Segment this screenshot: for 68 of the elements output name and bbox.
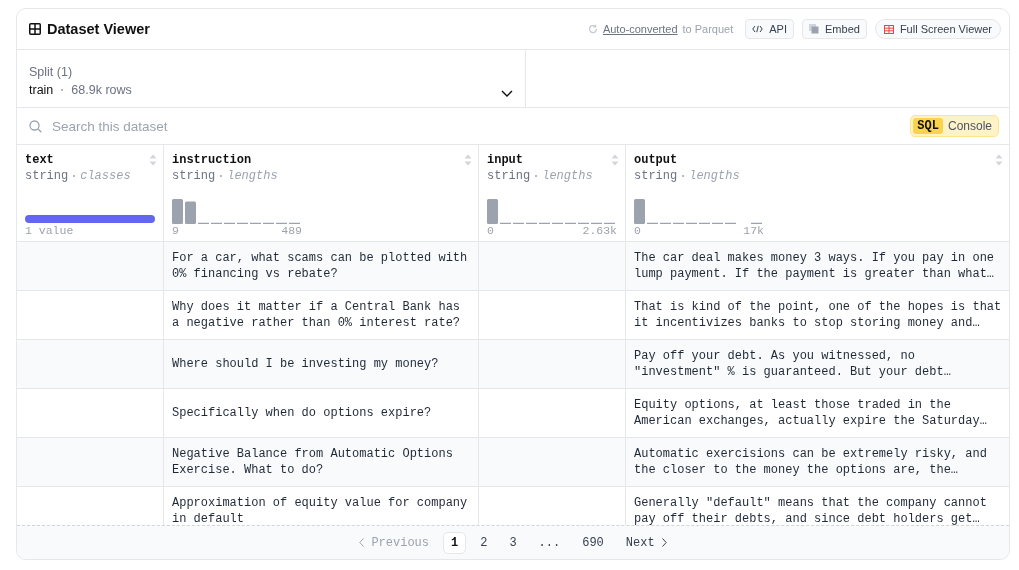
api-button[interactable]: API bbox=[745, 19, 794, 39]
table-cell-text: Approximation of equity value for company in default bbox=[172, 495, 469, 525]
table-cell-text: Negative Balance from Automatic Options Exercise. What to do? bbox=[172, 446, 454, 478]
column-header[interactable]: text string classes 1 value bbox=[17, 145, 164, 241]
column-stat: lengths bbox=[689, 169, 740, 183]
range-max: 2.63k bbox=[582, 224, 617, 237]
chevron-left-icon bbox=[359, 538, 365, 547]
chevron-down-icon bbox=[501, 90, 513, 97]
table-cell-text: Equity options, at least those traded in the American exchanges, actually expire the Saturday… bbox=[634, 397, 988, 429]
table-cell-text: Why does it matter if a Central Bank has a negative rather than 0% interest rate? bbox=[172, 299, 462, 331]
converted-text: to Parquet bbox=[682, 23, 734, 35]
column-type: string bbox=[172, 169, 216, 183]
column-name: input bbox=[487, 153, 523, 167]
table-icon bbox=[883, 24, 894, 34]
histogram-drawing[interactable] bbox=[172, 198, 302, 224]
split-label: Split (1) bbox=[29, 65, 74, 79]
copy-icon bbox=[809, 24, 819, 34]
range-min: 0 bbox=[487, 224, 494, 237]
column-name: instruction bbox=[172, 153, 252, 167]
class-count: 1 value bbox=[25, 224, 75, 237]
search-icon bbox=[29, 119, 42, 133]
column-stat: classes bbox=[80, 169, 131, 183]
table-cell-text: The car deal makes money 3 ways. If you pay in one lump payment. If the payment is greater than what… bbox=[634, 250, 996, 282]
embed-button[interactable]: Embed bbox=[802, 19, 867, 39]
full-screen-button[interactable]: Full Screen Viewer bbox=[874, 19, 1001, 39]
histogram-drawing[interactable] bbox=[634, 198, 764, 224]
next-link[interactable]: Next bbox=[617, 535, 675, 550]
auto-converted-link[interactable]: Auto-converted bbox=[602, 23, 678, 35]
column-header[interactable]: instruction string lengths 9 489 bbox=[164, 145, 479, 241]
table-cell-text: Pay off your debt. As you witnessed, no "investment" % is guaranteed. But your debt… bbox=[634, 348, 952, 380]
histogram-drawing[interactable] bbox=[487, 198, 617, 224]
table-cell: That is kind of the point, one of the hopes is that it incentivizes banks to stop storing money and… bbox=[634, 299, 1003, 331]
sort-icon bbox=[611, 154, 619, 166]
split-selector[interactable]: Split (1) train 68.9k rows bbox=[17, 50, 526, 107]
page-link[interactable]: 2 bbox=[472, 531, 496, 554]
sort-icon bbox=[149, 154, 157, 166]
column-type: string bbox=[25, 169, 69, 183]
column-header[interactable]: output string lengths 0 17k bbox=[626, 145, 1009, 241]
panel-title: Dataset Viewer bbox=[47, 21, 150, 37]
code-icon bbox=[752, 25, 764, 33]
table-cell: Where should I be investing my money? bbox=[172, 356, 439, 372]
row-count: 68.9k rows bbox=[71, 83, 132, 97]
range-min: 0 bbox=[634, 224, 641, 237]
page-link[interactable]: 3 bbox=[501, 531, 525, 554]
page-link[interactable]: ... bbox=[530, 531, 569, 554]
column-header[interactable]: input string lengths 0 2.63k bbox=[479, 145, 626, 241]
range-min: 9 bbox=[172, 224, 179, 237]
range-max: 17k bbox=[743, 224, 764, 237]
table-icon bbox=[29, 23, 41, 35]
column-stat: lengths bbox=[227, 169, 278, 183]
column-stat: lengths bbox=[542, 169, 593, 183]
page-link[interactable]: 1 bbox=[443, 531, 467, 554]
range-max: 489 bbox=[281, 224, 302, 237]
page-link[interactable]: 690 bbox=[574, 531, 612, 554]
sort-icon bbox=[464, 154, 472, 166]
sql-console-button[interactable]: SQL Console bbox=[910, 115, 999, 137]
column-name: text bbox=[25, 153, 54, 167]
column-type: string bbox=[634, 169, 678, 183]
split-name: train bbox=[29, 83, 54, 97]
sort-icon bbox=[995, 154, 1003, 166]
column-name: output bbox=[634, 153, 678, 167]
table-cell: Specifically when do options expire? bbox=[172, 405, 432, 421]
chevron-right-icon bbox=[661, 538, 667, 547]
column-type: string bbox=[487, 169, 531, 183]
table-cell-text: Generally "default" means that the company cannot pay off their debts, and since debt holders get… bbox=[634, 495, 988, 525]
table-cell-text: For a car, what scams can be plotted with 0% financing vs rebate? bbox=[172, 250, 469, 282]
table-cell-text: Automatic exercisions can be extremely risky, and the closer to the money the options are, the… bbox=[634, 446, 988, 478]
refresh-icon bbox=[587, 24, 598, 34]
